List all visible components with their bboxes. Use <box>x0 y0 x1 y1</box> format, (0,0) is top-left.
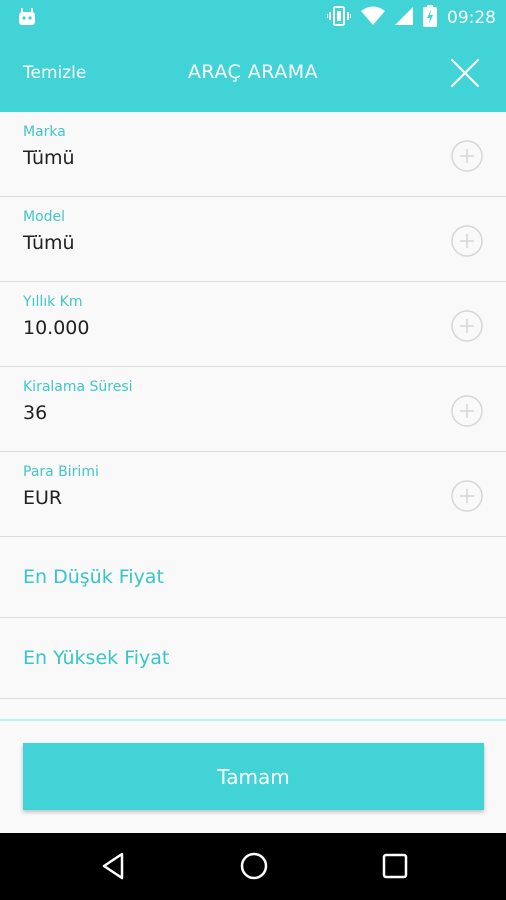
field-kiralama-suresi[interactable]: Kiralama Süresi 36 <box>0 367 506 452</box>
field-value: Tümü <box>23 147 75 169</box>
plus-icon[interactable] <box>451 140 483 172</box>
status-icons: 09:28 <box>326 0 496 36</box>
page-title: ARAÇ ARAMA <box>187 61 319 83</box>
field-label: Kiralama Süresi <box>23 379 133 395</box>
field-value: 36 <box>23 402 48 424</box>
plus-icon[interactable] <box>451 225 483 257</box>
footer-divider <box>0 719 506 721</box>
field-label: Yıllık Km <box>23 294 83 310</box>
home-icon[interactable] <box>239 851 269 881</box>
status-time: 09:28 <box>447 8 496 28</box>
plus-icon[interactable] <box>451 395 483 427</box>
field-para-birimi[interactable]: Para Birimi EUR <box>0 452 506 537</box>
back-icon[interactable] <box>99 851 129 881</box>
max-price-placeholder: En Yüksek Fiyat <box>23 647 170 669</box>
nav-bar <box>0 833 506 900</box>
android-icon <box>17 8 37 30</box>
battery-icon <box>423 5 437 31</box>
field-label: Para Birimi <box>23 464 99 480</box>
recents-icon[interactable] <box>380 851 410 881</box>
plus-icon[interactable] <box>451 480 483 512</box>
min-price-placeholder: En Düşük Fiyat <box>23 566 164 588</box>
app-bar: Temizle ARAÇ ARAMA <box>0 36 506 112</box>
field-value: EUR <box>23 487 63 509</box>
field-marka[interactable]: Marka Tümü <box>0 112 506 197</box>
min-price-input[interactable]: En Düşük Fiyat <box>0 537 506 618</box>
field-label: Model <box>23 209 66 225</box>
close-icon[interactable] <box>448 56 482 90</box>
field-value: 10.000 <box>23 317 90 339</box>
search-form: Marka Tümü Model Tümü Yıllık Km 10.000 K… <box>0 112 506 699</box>
ok-button[interactable]: Tamam <box>23 743 484 810</box>
field-value: Tümü <box>23 232 75 254</box>
plus-icon[interactable] <box>451 310 483 342</box>
field-yillik-km[interactable]: Yıllık Km 10.000 <box>0 282 506 367</box>
vibrate-icon <box>326 6 352 30</box>
signal-icon <box>395 7 413 29</box>
field-model[interactable]: Model Tümü <box>0 197 506 282</box>
field-label: Marka <box>23 124 66 140</box>
status-bar: 09:28 <box>0 0 506 36</box>
wifi-icon <box>361 6 385 30</box>
max-price-input[interactable]: En Yüksek Fiyat <box>0 618 506 699</box>
